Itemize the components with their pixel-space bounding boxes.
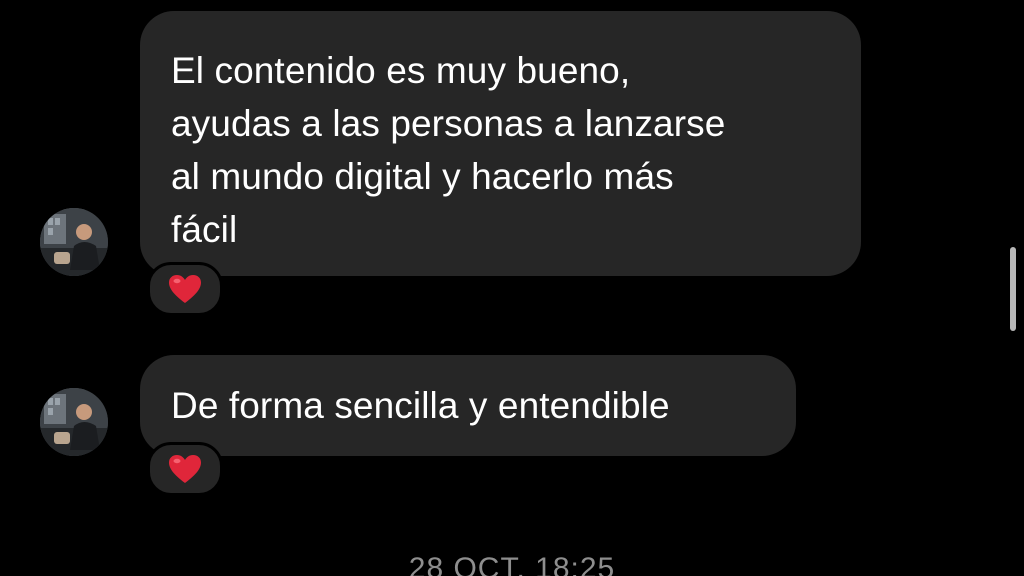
message-bubble[interactable]: El contenido es muy bueno, ayudas a las … <box>140 11 861 276</box>
red-heart-icon <box>169 275 201 303</box>
message-reaction[interactable] <box>147 442 223 496</box>
sender-avatar[interactable] <box>40 388 108 456</box>
avatar-photo-icon <box>40 208 108 276</box>
message-reaction[interactable] <box>147 262 223 316</box>
message-bubble[interactable]: De forma sencilla y entendible <box>140 355 796 456</box>
message-text-line: De forma sencilla y entendible <box>171 385 670 426</box>
message-text-line: El contenido es muy bueno, <box>171 50 631 91</box>
chat-screen: El contenido es muy bueno, ayudas a las … <box>0 0 1024 576</box>
message-text-line: ayudas a las personas a lanzarse <box>171 103 726 144</box>
scrollbar-thumb[interactable] <box>1010 247 1016 331</box>
red-heart-icon <box>169 455 201 483</box>
avatar-photo-icon <box>40 388 108 456</box>
chat-timestamp: 28 OCT, 18:25 <box>408 552 616 576</box>
message-text-line: al mundo digital y hacerlo más <box>171 156 674 197</box>
message-text-line: fácil <box>171 209 238 250</box>
sender-avatar[interactable] <box>40 208 108 276</box>
